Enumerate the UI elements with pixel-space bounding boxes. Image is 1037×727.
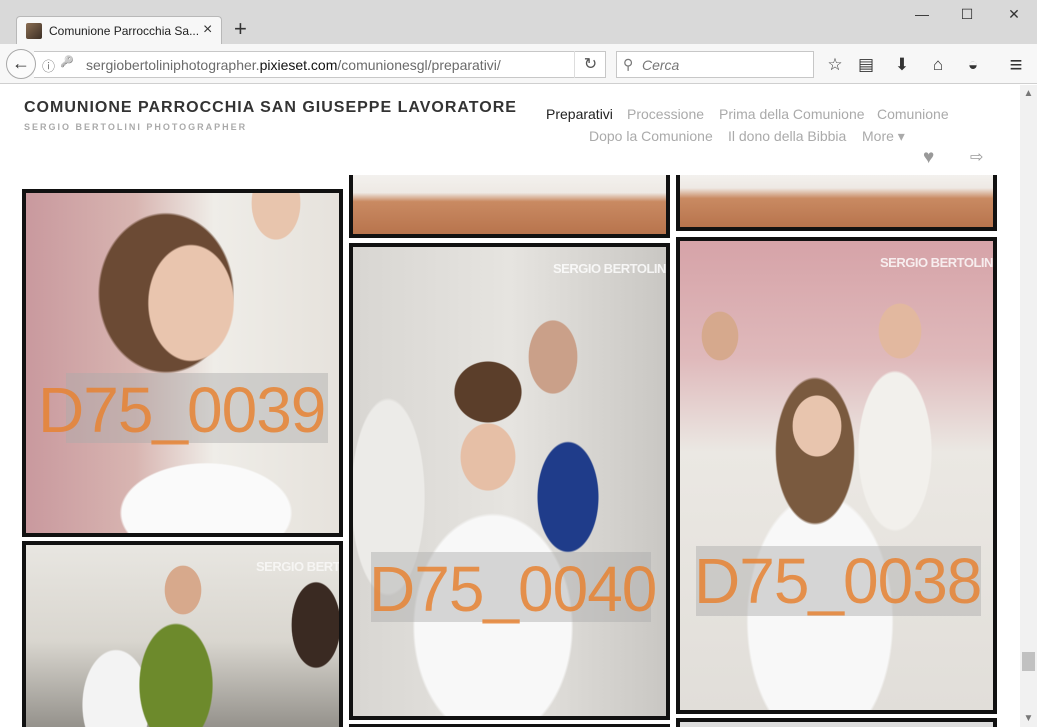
search-bar[interactable]: ⚲ Cerca — [616, 51, 814, 78]
nav-item-prima-della-comunione[interactable]: Prima della Comunione — [719, 106, 865, 122]
photographer-logo: SERGIO BERTOLINI — [256, 559, 340, 574]
tab-close-icon[interactable]: × — [203, 21, 212, 39]
maximize-button[interactable]: ☐ — [957, 6, 977, 23]
logout-icon[interactable]: ⇨ — [970, 147, 983, 167]
browser-tab[interactable]: Comunione Parrocchia Sa... × — [16, 16, 222, 44]
gallery-photo[interactable] — [349, 175, 670, 238]
gallery-photo[interactable]: SERGIO BERTOLINI D75_0040 — [349, 243, 670, 720]
reading-list-icon[interactable]: ▤ — [855, 55, 877, 75]
search-placeholder: Cerca — [642, 57, 680, 73]
site-subtitle: SERGIO BERTOLINI PHOTOGRAPHER — [24, 122, 248, 132]
scroll-down-icon[interactable]: ▼ — [1020, 710, 1037, 727]
browser-titlebar: Comunione Parrocchia Sa... × + — ☐ ✕ — [0, 0, 1037, 44]
page-content: COMUNIONE PARROCCHIA SAN GIUSEPPE LAVORA… — [0, 85, 1020, 727]
key-icon[interactable]: 🔑 — [60, 55, 74, 68]
browser-toolbar: ⓘ 🔑 sergiobertoliniphotographer.pixieset… — [0, 44, 1037, 84]
photographer-logo: SERGIO BERTOLINI — [553, 261, 669, 276]
page-scrollbar[interactable]: ▲ ▼ — [1020, 85, 1037, 727]
photo-image — [680, 722, 993, 727]
photo-watermark: D75_0040 — [369, 553, 657, 625]
heart-icon[interactable]: ♥ — [923, 147, 934, 169]
gallery-photo[interactable] — [676, 175, 997, 231]
nav-item-il-dono-della-bibbia[interactable]: Il dono della Bibbia — [728, 128, 846, 144]
new-tab-button[interactable]: + — [234, 18, 247, 40]
url-bar[interactable]: ⓘ 🔑 sergiobertoliniphotographer.pixieset… — [34, 51, 606, 78]
photo-image — [353, 247, 666, 716]
download-icon[interactable]: ⬇ — [891, 55, 913, 75]
gallery-photo[interactable]: D75_0039 — [22, 189, 343, 537]
tab-title: Comunione Parrocchia Sa... — [49, 24, 199, 38]
pocket-icon[interactable]: ◒ — [962, 55, 984, 75]
search-icon: ⚲ — [623, 56, 634, 72]
photo-image — [680, 175, 993, 227]
nav-item-dopo-la-comunione[interactable]: Dopo la Comunione — [589, 128, 713, 144]
gallery-photo[interactable]: SERGIO BERTOLINI D75_0038 — [676, 237, 997, 714]
gallery-photo[interactable] — [676, 718, 997, 727]
photo-watermark: D75_0038 — [694, 545, 982, 617]
back-button[interactable]: ← — [6, 49, 36, 79]
home-icon[interactable]: ⌂ — [927, 55, 949, 75]
url-text[interactable]: sergiobertoliniphotographer.pixieset.com… — [86, 57, 501, 73]
photographer-logo: SERGIO BERTOLINI — [880, 255, 996, 270]
photo-image — [26, 193, 339, 533]
gallery-photo[interactable]: SERGIO BERTOLINI — [22, 541, 343, 727]
photo-image — [353, 175, 666, 234]
site-title[interactable]: COMUNIONE PARROCCHIA SAN GIUSEPPE LAVORA… — [24, 99, 517, 117]
close-window-button[interactable]: ✕ — [1004, 6, 1024, 23]
photo-image — [680, 241, 993, 710]
nav-item-comunione[interactable]: Comunione — [877, 106, 949, 122]
scrollbar-thumb[interactable] — [1022, 652, 1035, 671]
scroll-up-icon[interactable]: ▲ — [1020, 85, 1037, 102]
nav-item-preparativi[interactable]: Preparativi — [546, 106, 613, 122]
info-icon[interactable]: ⓘ — [42, 56, 55, 75]
menu-icon[interactable]: ≡ — [1005, 54, 1027, 76]
nav-item-more[interactable]: More ▾ — [862, 128, 905, 145]
tab-favicon-icon — [26, 23, 42, 39]
bookmark-star-icon[interactable]: ☆ — [824, 55, 846, 75]
minimize-button[interactable]: — — [912, 6, 932, 22]
photo-watermark: D75_0039 — [38, 374, 326, 446]
reload-icon[interactable]: ↻ — [574, 51, 606, 78]
nav-item-processione[interactable]: Processione — [627, 106, 704, 122]
